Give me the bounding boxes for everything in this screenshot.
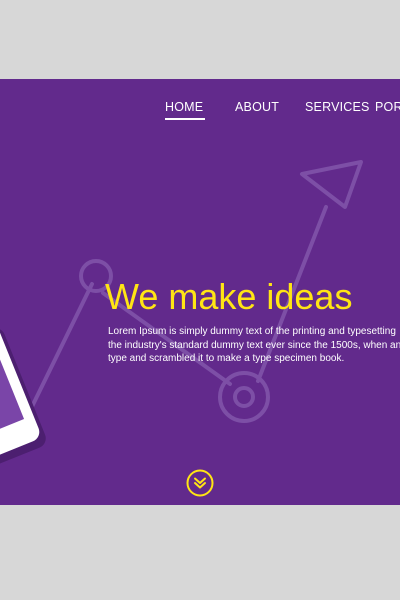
- hero-body-line: Lorem Ipsum is simply dummy text of the …: [108, 326, 396, 337]
- nav-item-portfolio[interactable]: PORTFOLIO: [375, 100, 400, 114]
- nav-item-home[interactable]: HOME: [165, 100, 206, 120]
- nav-item-services[interactable]: SERVICES: [305, 100, 370, 114]
- smartphone-icon: [0, 325, 46, 474]
- hero-body-line: the industry's standard dummy text ever …: [108, 339, 400, 351]
- hero-section: HOME ABOUT SERVICES PORTFOLIO We make id…: [0, 79, 400, 505]
- scroll-down-button[interactable]: [186, 469, 214, 497]
- hero-body-line: type and scrambled it to make a type spe…: [108, 353, 345, 364]
- hero-headline: We make ideas: [105, 276, 353, 317]
- main-nav: HOME ABOUT SERVICES PORTFOLIO: [0, 100, 400, 124]
- double-chevron-down-icon: [186, 469, 214, 497]
- hero-body-text: Lorem Ipsum is simply dummy text of the …: [108, 325, 400, 366]
- nav-item-about[interactable]: ABOUT: [235, 100, 279, 114]
